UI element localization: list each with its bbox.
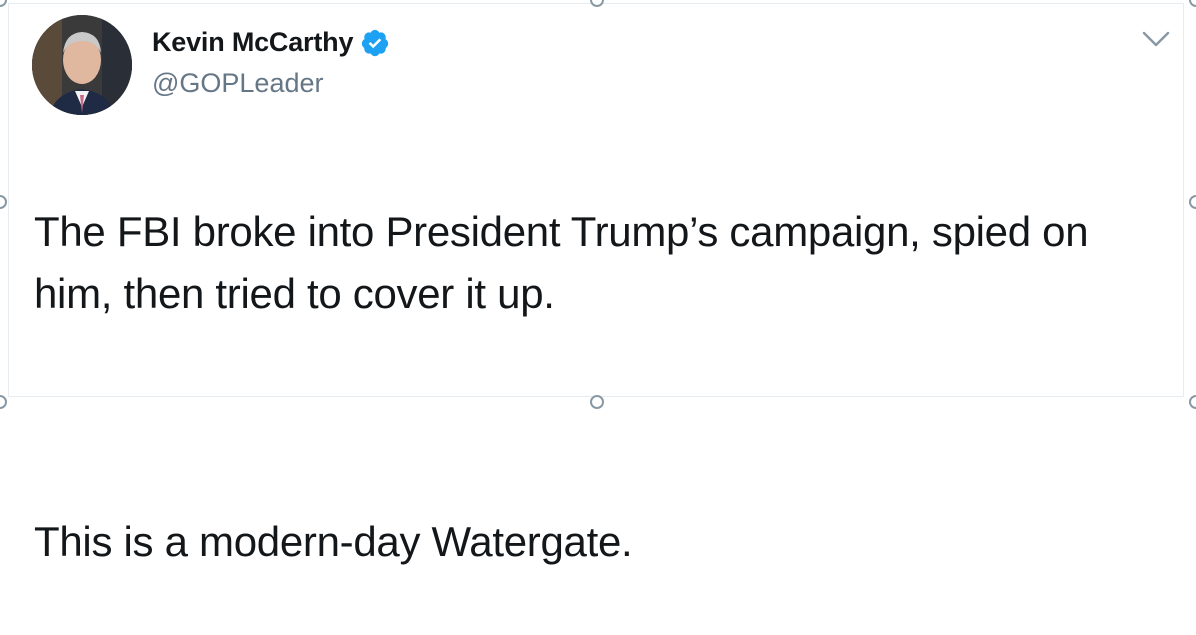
tweet-text: The FBI broke into President Trump’s cam… [34, 139, 1154, 635]
resize-handle-top-left[interactable] [0, 0, 7, 7]
chevron-down-icon[interactable] [1141, 28, 1171, 50]
author-row: Kevin McCarthy [152, 27, 390, 58]
resize-handle-top-right[interactable] [1189, 0, 1196, 7]
resize-handle-right[interactable] [1189, 195, 1196, 209]
resize-handle-left[interactable] [0, 195, 7, 209]
author-handle[interactable]: @GOPLeader [152, 68, 324, 99]
resize-handle-bottom-right[interactable] [1189, 395, 1196, 409]
tweet-paragraph: This is a modern-day Watergate. [34, 518, 633, 565]
tweet-paragraph: The FBI broke into President Trump’s cam… [34, 208, 1089, 317]
verified-badge-icon [362, 29, 389, 56]
avatar-image [32, 15, 132, 115]
resize-handle-bottom-left[interactable] [0, 395, 7, 409]
avatar[interactable] [32, 15, 132, 115]
author-name[interactable]: Kevin McCarthy [152, 27, 353, 58]
